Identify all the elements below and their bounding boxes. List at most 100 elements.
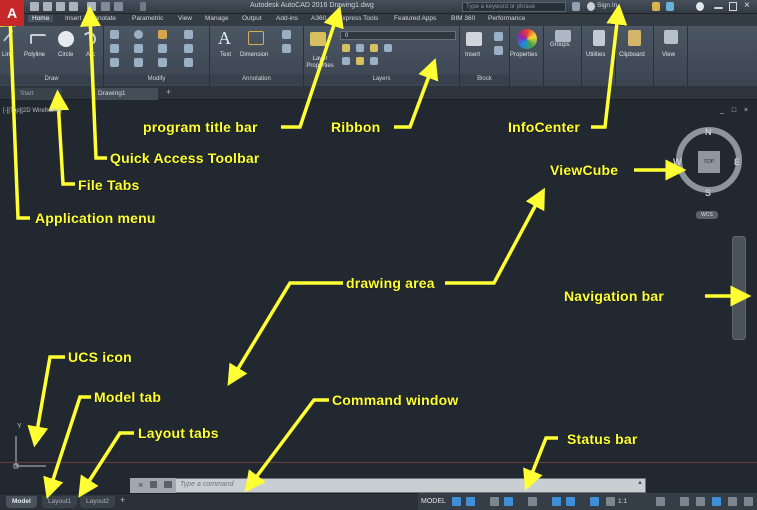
tab-manage[interactable]: Manage [205, 15, 229, 22]
otrack-icon[interactable] [566, 497, 575, 506]
recent-commands-icon[interactable] [164, 481, 172, 488]
copy-icon[interactable] [110, 44, 119, 53]
tab-annotate[interactable]: Annotate [90, 15, 116, 22]
file-tab-start[interactable]: Start [14, 88, 62, 100]
tab-home[interactable]: Home [28, 15, 54, 22]
fillet-icon[interactable] [158, 44, 167, 53]
workspace-gear-icon[interactable] [656, 497, 665, 506]
polar-icon[interactable] [504, 497, 513, 506]
circle-tool[interactable]: Circle [58, 52, 73, 58]
command-input[interactable]: Type a command [180, 481, 234, 488]
annotation-scale-icon[interactable] [606, 497, 615, 506]
save-as-icon[interactable] [69, 2, 78, 11]
mirror-icon[interactable] [134, 44, 143, 53]
annotation-visibility-icon[interactable] [590, 497, 599, 506]
layer-tool-icon[interactable] [356, 44, 364, 52]
ortho-icon[interactable] [490, 497, 499, 506]
plot-icon[interactable] [87, 2, 96, 11]
block-panel-title[interactable]: Block [460, 75, 509, 84]
help-icon[interactable] [696, 2, 704, 11]
layer-properties-button[interactable]: Layer Properties [306, 56, 334, 70]
navigation-bar[interactable] [732, 236, 746, 340]
erase-icon[interactable] [184, 30, 193, 39]
viewport-controls-label[interactable]: [-][Top][2D Wireframe] [3, 108, 62, 114]
create-block-icon[interactable] [494, 32, 503, 41]
clipboard-button[interactable]: Clipboard [619, 52, 645, 58]
explode-icon[interactable] [184, 44, 193, 53]
modify-panel-title[interactable]: Modify [104, 75, 209, 84]
arc-tool[interactable]: Arc [86, 52, 95, 58]
scale-icon[interactable] [134, 58, 143, 67]
tab-a360[interactable]: A360 [311, 15, 326, 22]
model-space-button[interactable]: MODEL [421, 498, 446, 505]
undo-icon[interactable] [101, 2, 110, 11]
maximize-icon[interactable] [729, 2, 737, 11]
isolate-objects-icon[interactable] [696, 497, 705, 506]
exchange-icon[interactable] [652, 2, 660, 11]
wcs-menu[interactable]: WCS [696, 211, 718, 219]
tab-featured-apps[interactable]: Featured Apps [394, 15, 436, 22]
compass-west[interactable]: W [673, 157, 682, 167]
a360-icon[interactable] [666, 2, 674, 11]
calculator-icon[interactable] [593, 30, 605, 46]
compass-north[interactable]: N [705, 127, 712, 137]
viewport-window-controls[interactable]: _ □ × [720, 107, 751, 114]
trim-icon[interactable] [158, 30, 167, 39]
line-tool[interactable]: Line [2, 52, 13, 58]
clean-screen-icon[interactable] [728, 497, 737, 506]
binoculars-icon[interactable] [572, 2, 580, 11]
viewcube-top-face[interactable]: TOP [698, 151, 720, 173]
polyline-icon[interactable] [30, 34, 46, 44]
layer-tool-icon[interactable] [384, 44, 392, 52]
tab-add-ins[interactable]: Add-ins [276, 15, 298, 22]
isodraft-icon[interactable] [528, 497, 537, 506]
offset-icon[interactable] [184, 58, 193, 67]
groups-button[interactable]: Groups [550, 42, 570, 48]
line-icon[interactable] [2, 29, 22, 49]
properties-button[interactable]: Properties [510, 52, 537, 58]
layer-tool-icon[interactable] [356, 57, 364, 65]
arc-icon[interactable] [82, 32, 96, 46]
layer-properties-icon[interactable] [310, 32, 326, 46]
stretch-icon[interactable] [110, 58, 119, 67]
layer-tool-icon[interactable] [370, 57, 378, 65]
insert-block-icon[interactable] [466, 32, 482, 46]
text-icon[interactable]: A [218, 28, 231, 49]
rotate-icon[interactable] [134, 30, 143, 39]
compass-east[interactable]: E [734, 157, 740, 167]
add-layout-button[interactable]: + [120, 495, 125, 505]
annotation-panel-title[interactable]: Annotation [210, 75, 303, 84]
close-icon[interactable]: × [744, 0, 750, 11]
grid-icon[interactable] [452, 497, 461, 506]
layers-panel-title[interactable]: Layers [304, 75, 459, 84]
table-icon[interactable] [282, 44, 291, 53]
snap-icon[interactable] [466, 497, 475, 506]
insert-button[interactable]: Insert [465, 52, 480, 58]
model-tab[interactable]: Model [6, 496, 37, 508]
annotation-monitor-icon[interactable] [680, 497, 689, 506]
annotation-scale-value[interactable]: 1:1 [618, 498, 627, 505]
polyline-tool[interactable]: Polyline [24, 52, 45, 58]
new-icon[interactable] [30, 2, 39, 11]
new-tab-plus-icon[interactable]: + [166, 87, 171, 97]
tab-view[interactable]: View [178, 15, 192, 22]
group-icon[interactable] [555, 30, 571, 42]
utilities-button[interactable]: Utilities [586, 52, 605, 58]
tab-performance[interactable]: Performance [488, 15, 525, 22]
search-input[interactable]: Type a keyword or phrase [462, 2, 566, 12]
redo-icon[interactable] [114, 2, 123, 11]
hardware-acceleration-icon[interactable] [712, 497, 721, 506]
tab-output[interactable]: Output [242, 15, 262, 22]
customize-icon[interactable] [150, 481, 157, 488]
open-icon[interactable] [43, 2, 52, 11]
tab-insert[interactable]: Insert [65, 15, 81, 22]
layout1-tab[interactable]: Layout1 [42, 496, 78, 508]
compass-south[interactable]: S [705, 188, 711, 198]
layout2-tab[interactable]: Layout2 [80, 496, 116, 508]
text-tool[interactable]: Text [220, 52, 231, 58]
dimension-tool[interactable]: Dimension [240, 52, 268, 58]
command-scroll-icon[interactable]: ▲ [637, 480, 643, 486]
sign-in-link[interactable]: Sign In [597, 2, 617, 9]
view-button[interactable]: View [662, 52, 675, 58]
layer-dropdown[interactable]: 0 [340, 31, 456, 40]
